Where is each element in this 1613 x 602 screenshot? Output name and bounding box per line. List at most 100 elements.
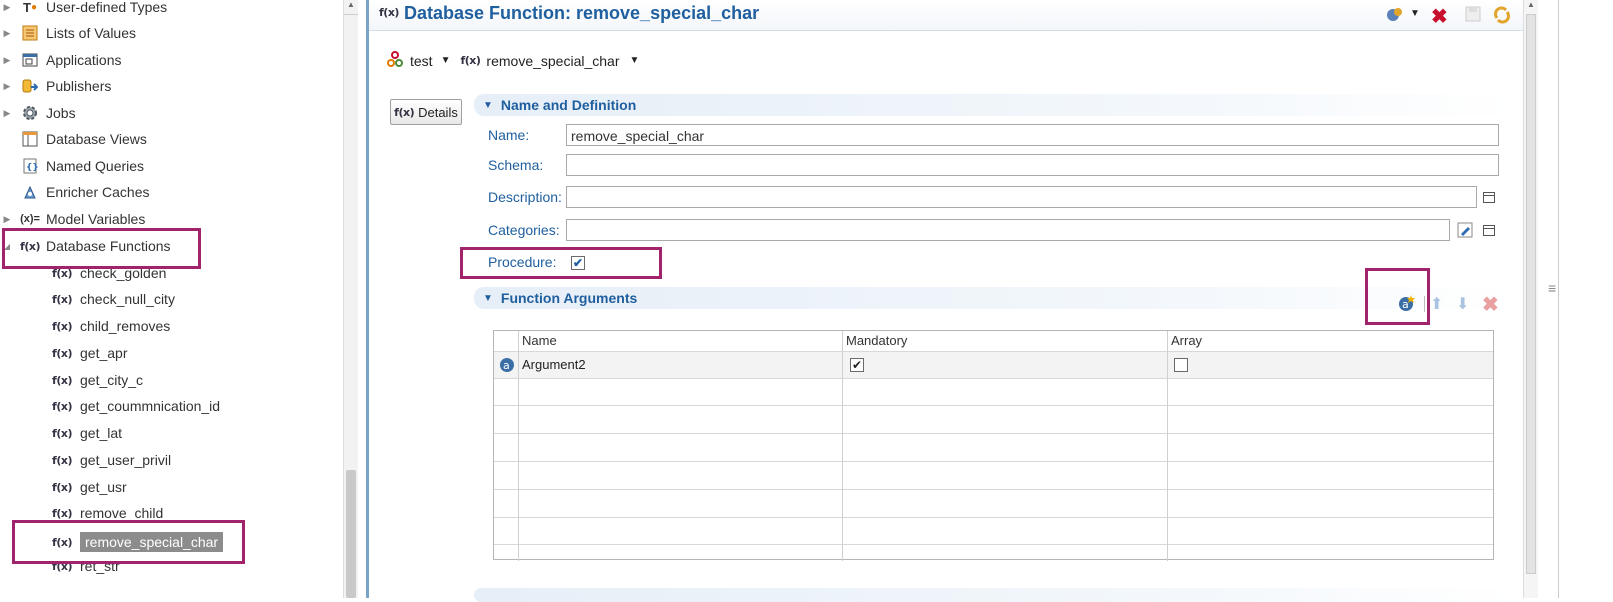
details-tab-label: Details	[418, 104, 458, 120]
sash-handle-icon[interactable]: ≡	[1548, 280, 1556, 296]
categories-label: Categories:	[488, 222, 560, 238]
model-tree: ▶ T ● User-defined Types ▶ Lists of Value…	[0, 0, 338, 598]
views-icon	[20, 130, 40, 148]
function-icon: f(x)	[52, 453, 72, 467]
highlight-procedure	[460, 247, 662, 279]
mandatory-checkbox[interactable]: ✔	[850, 358, 864, 372]
table-row[interactable]: a Argument2 ✔	[494, 352, 1493, 378]
query-icon: {}	[20, 157, 40, 175]
move-down-icon[interactable]: ⬇	[1456, 294, 1469, 314]
refresh-icon[interactable]	[1493, 6, 1511, 29]
move-up-icon[interactable]: ⬆	[1430, 294, 1443, 314]
function-icon: f(x)	[52, 373, 72, 387]
tree-item-jobs[interactable]: ▶ Jobs	[0, 101, 76, 125]
section-name-and-definition[interactable]: ▼ Name and Definition	[474, 94, 1514, 116]
actions-dropdown-icon[interactable]: ▼	[1410, 8, 1420, 19]
tree-function-item[interactable]: f(x) child_removes	[52, 314, 170, 338]
column-header-mandatory[interactable]: Mandatory	[843, 331, 907, 351]
tree-item-label: get_user_privil	[80, 452, 172, 468]
breadcrumb-function-dropdown-icon[interactable]: ▼	[630, 55, 640, 66]
expand-arrow-icon[interactable]: ▶	[0, 108, 14, 119]
section-title: Function Arguments	[500, 290, 638, 306]
tree-item-label: get_usr	[80, 479, 127, 495]
column-header-array[interactable]: Array	[1168, 331, 1202, 351]
highlight-add-argument	[1365, 268, 1430, 325]
variable-icon: (x)=	[20, 213, 40, 225]
name-label: Name:	[488, 127, 530, 143]
editor-header: f(x) Database Function: remove_special_c…	[369, 0, 1523, 31]
name-field[interactable]: remove_special_char	[566, 124, 1499, 146]
schema-field[interactable]	[566, 154, 1499, 176]
function-icon: f(x)	[379, 6, 399, 19]
function-icon: f(x)	[52, 319, 72, 333]
actions-menu-icon[interactable]	[1385, 6, 1405, 27]
function-icon: f(x)	[52, 399, 72, 413]
scrollbar-thumb[interactable]	[1526, 14, 1536, 574]
tree-item-label: remove_child	[80, 505, 164, 521]
function-icon: f(x)	[52, 292, 72, 306]
gear-icon	[20, 104, 40, 122]
collapse-section-icon[interactable]: ▼	[483, 293, 493, 304]
expand-editor-icon[interactable]	[1483, 225, 1495, 236]
tree-function-item[interactable]: f(x) get_user_privil	[52, 448, 171, 472]
tree-item-label: Lists of Values	[46, 25, 137, 41]
tree-item-database-views[interactable]: Database Views	[0, 127, 147, 151]
function-editor: f(x) Database Function: remove_special_c…	[366, 0, 1523, 602]
remove-argument-icon[interactable]: ✖	[1482, 292, 1499, 317]
tree-function-item[interactable]: f(x) get_coummnication_id	[52, 394, 220, 418]
tree-item-label: Applications	[46, 52, 122, 68]
scroll-up-icon[interactable]: ▲	[1524, 0, 1538, 12]
list-icon	[20, 24, 40, 42]
tree-item-applications[interactable]: ▶ Applications	[0, 48, 122, 72]
tree-item-enricher-caches[interactable]: Enricher Caches	[0, 180, 150, 204]
delete-icon[interactable]: ✖	[1431, 4, 1448, 29]
tree-function-item[interactable]: f(x) check_null_city	[52, 287, 175, 311]
expand-editor-icon[interactable]	[1483, 192, 1495, 203]
breadcrumb-model-dropdown-icon[interactable]: ▼	[441, 55, 451, 66]
svg-text:a: a	[503, 359, 510, 372]
expand-arrow-icon[interactable]: ▶	[0, 81, 14, 92]
tree-item-named-queries[interactable]: {} Named Queries	[0, 154, 144, 178]
expand-arrow-icon[interactable]: ▶	[0, 55, 14, 66]
tree-item-lists-of-values[interactable]: ▶ Lists of Values	[0, 21, 136, 45]
tree-item-publishers[interactable]: ▶ Publishers	[0, 74, 112, 98]
description-field[interactable]	[566, 186, 1477, 208]
publishers-icon	[20, 77, 40, 95]
details-tab[interactable]: f(x) Details	[390, 99, 462, 125]
column-header-name[interactable]: Name	[519, 331, 557, 351]
tree-function-item[interactable]: f(x) get_city_c	[52, 368, 143, 392]
tree-item-label: Database Views	[46, 131, 147, 147]
function-icon: f(x)	[52, 480, 72, 494]
cache-icon	[20, 183, 40, 201]
array-checkbox[interactable]	[1174, 358, 1188, 372]
breadcrumb-model[interactable]: test	[410, 53, 433, 69]
applications-icon	[20, 51, 40, 69]
highlight-selected-function	[12, 520, 245, 564]
tree-function-item[interactable]: f(x) get_usr	[52, 475, 127, 499]
categories-field[interactable]	[566, 219, 1450, 241]
scrollbar-thumb[interactable]	[346, 470, 356, 598]
edit-categories-icon[interactable]	[1457, 222, 1473, 241]
collapse-section-icon[interactable]: ▼	[483, 100, 493, 111]
tree-item-user-defined-types[interactable]: ▶ T ● User-defined Types	[0, 0, 168, 19]
breadcrumb: test ▼ f(x) remove_special_char ▼	[386, 50, 639, 71]
tree-item-label: get_coummnication_id	[80, 398, 221, 414]
description-label: Description:	[488, 189, 562, 205]
section-function-arguments[interactable]: ▼ Function Arguments	[474, 287, 1514, 309]
argument-name[interactable]: Argument2	[522, 357, 586, 372]
scroll-up-icon[interactable]: ▲	[344, 0, 358, 15]
tree-function-item[interactable]: f(x) get_apr	[52, 341, 127, 365]
tree-item-label: User-defined Types	[46, 0, 168, 15]
highlight-database-functions	[2, 228, 201, 269]
editor-scrollbar[interactable]: ▲	[1523, 0, 1538, 598]
expand-arrow-icon[interactable]: ▶	[0, 28, 14, 39]
tree-function-item[interactable]: f(x) get_lat	[52, 421, 122, 445]
tree-scrollbar[interactable]: ▲	[343, 0, 358, 598]
expand-arrow-icon[interactable]: ▶	[0, 2, 14, 13]
expand-arrow-icon[interactable]: ▶	[0, 214, 14, 225]
model-icon	[386, 50, 404, 71]
function-icon: f(x)	[394, 105, 415, 119]
types-icon: T ●	[23, 0, 37, 15]
breadcrumb-function[interactable]: remove_special_char	[486, 53, 619, 69]
save-icon[interactable]	[1465, 6, 1481, 27]
